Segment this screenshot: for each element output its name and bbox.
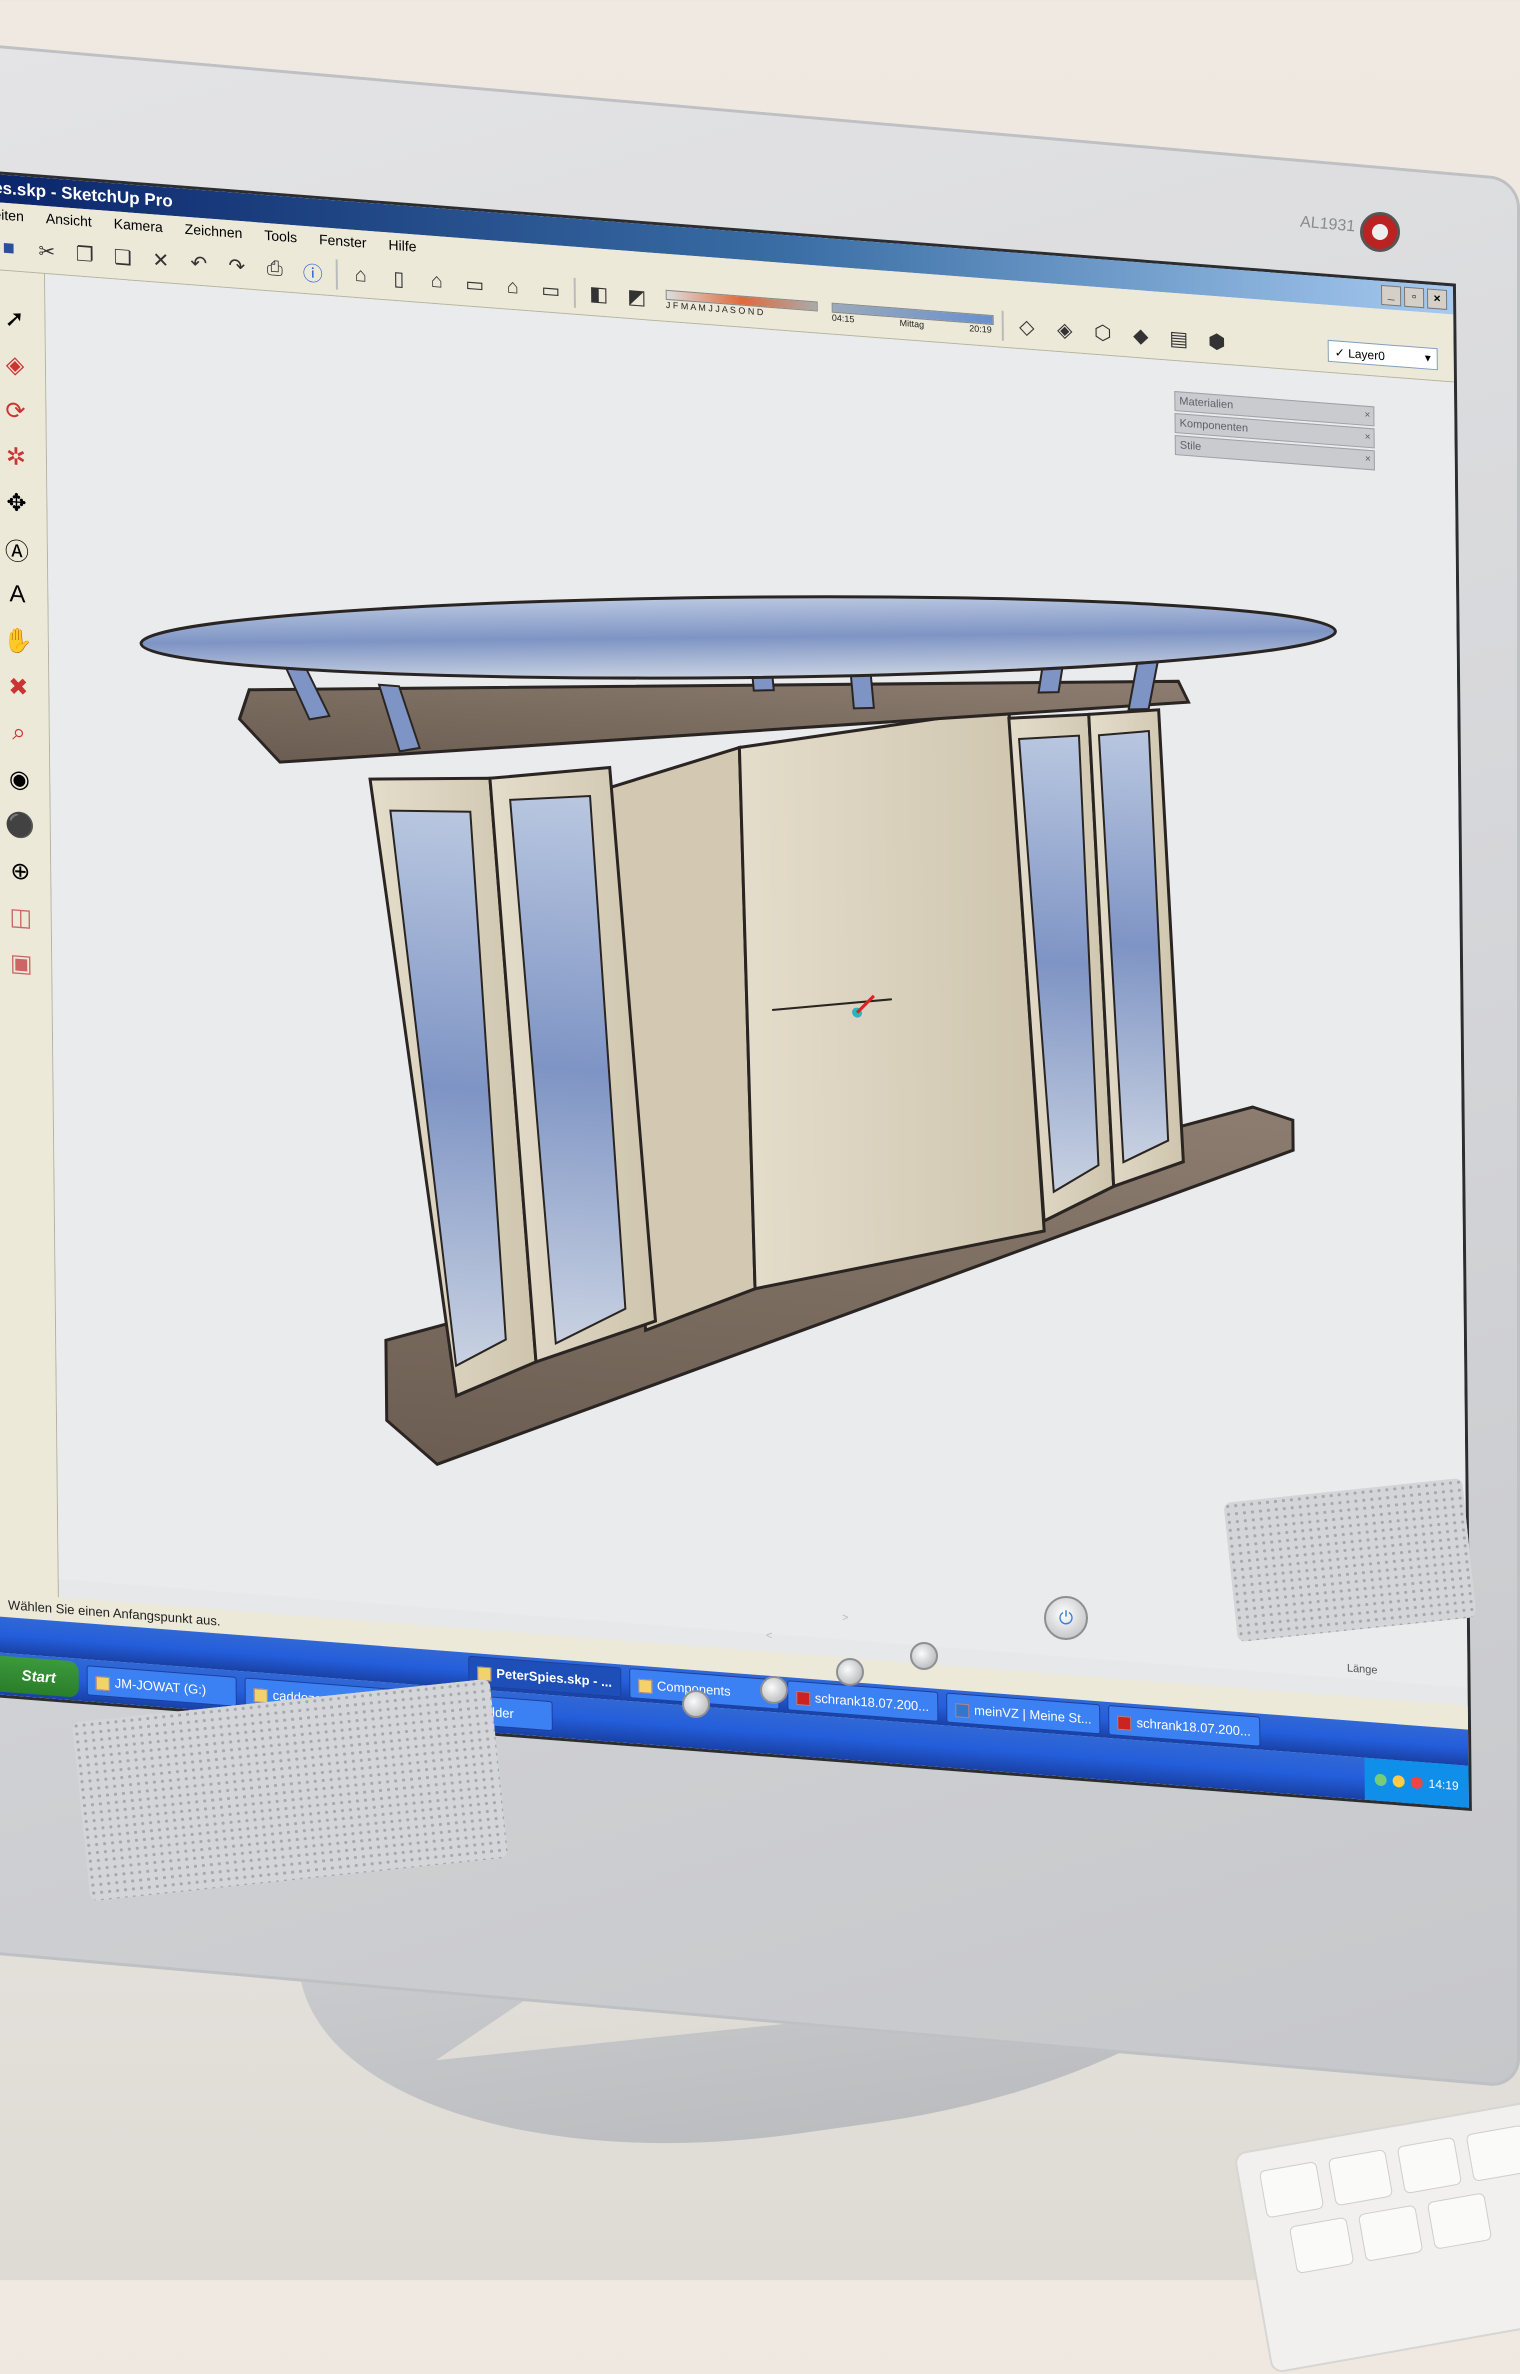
clock: 14:19: [1428, 1776, 1459, 1793]
keyboard-key: [1396, 2136, 1463, 2195]
select-tool-icon[interactable]: ➚: [0, 300, 32, 337]
toolbar-separator: [573, 277, 576, 308]
time-start-label: 04:15: [831, 312, 855, 324]
keyboard-key: [1426, 2192, 1493, 2250]
center-cabinet-front: [737, 706, 1046, 1291]
cut-icon[interactable]: ✂: [32, 235, 62, 267]
time-end-label: 20:19: [969, 322, 992, 335]
taskbar-item-label: caddozent auf "bt...: [272, 1687, 385, 1712]
taskbar-item[interactable]: Render_Bilder: [402, 1689, 553, 1732]
furniture-model: [139, 595, 1337, 1467]
taskbar-item-label: meinVZ | Meine St...: [974, 1702, 1092, 1727]
menu-item-tools[interactable]: Tools: [264, 223, 297, 250]
taskbar-item-label: schrank18.07.200...: [814, 1690, 930, 1715]
left-view-icon[interactable]: ▭: [536, 274, 566, 306]
front-view-icon[interactable]: ⌂: [422, 266, 452, 298]
pan-tool-icon[interactable]: ✋: [1, 623, 35, 660]
taskbar-item-label: JM-JOWAT (G:): [114, 1675, 207, 1698]
system-tray: 14:19: [1364, 1757, 1469, 1808]
taskbar-item-label: PeterSpies.skp - ...: [496, 1665, 612, 1690]
layer-value: Layer0: [1348, 345, 1385, 363]
back-view-icon[interactable]: ⌂: [498, 271, 528, 303]
keyboard-key: [1288, 2216, 1355, 2275]
glass-top: [139, 595, 1337, 680]
zoom-tool-icon[interactable]: ⌕: [2, 715, 36, 752]
time-mid-label: Mittag: [899, 317, 925, 330]
keyboard-key: [1357, 2204, 1424, 2262]
keyboard-key: [1258, 2161, 1325, 2219]
toolbar-separator: [1001, 310, 1004, 341]
layer-dropdown[interactable]: ✓ Layer0 ▼: [1327, 339, 1438, 370]
shadow-toggle-icon[interactable]: ◩: [622, 281, 652, 313]
textured-style-icon[interactable]: ▤: [1164, 323, 1194, 355]
redo-icon[interactable]: ↷: [222, 250, 252, 282]
walk-tool-icon[interactable]: ⚫: [3, 807, 37, 844]
keyboard-key: [1465, 2124, 1520, 2182]
layer-check-icon: ✓: [1334, 344, 1345, 360]
restore-button[interactable]: ▫: [1403, 286, 1425, 309]
tray-icon[interactable]: [1374, 1773, 1387, 1787]
position-camera-icon[interactable]: ⊕: [3, 853, 37, 890]
copy-icon[interactable]: ❐: [70, 238, 100, 270]
rotate-tool-icon[interactable]: ⟳: [0, 392, 33, 429]
monitor-screen: es.skp - SketchUp Pro _ ▫ × eiten Ansich…: [0, 170, 1472, 1811]
model-info-icon[interactable]: ⓘ: [298, 256, 328, 288]
shadow-settings-icon[interactable]: ◧: [584, 278, 614, 310]
right-view-icon[interactable]: ▭: [460, 268, 490, 300]
power-button-icon[interactable]: ⏻: [1044, 1596, 1088, 1640]
save-icon[interactable]: ■: [0, 233, 24, 265]
menu-item-edit[interactable]: eiten: [0, 202, 24, 228]
paint-bucket-icon[interactable]: ◈: [0, 346, 32, 383]
xray-style-icon[interactable]: ◇: [1012, 311, 1042, 343]
hidden-line-style-icon[interactable]: ⬡: [1088, 317, 1118, 349]
look-around-icon[interactable]: ◉: [2, 761, 36, 798]
shadow-date-slider[interactable]: J F M A M J J A S O N D: [665, 289, 818, 321]
vcb-label: Länge: [1346, 1662, 1378, 1677]
keyboard-key: [1327, 2148, 1394, 2207]
start-button[interactable]: Start: [0, 1655, 79, 1698]
monochrome-style-icon[interactable]: ⬢: [1202, 326, 1232, 358]
window-controls: _ ▫ ×: [1380, 284, 1448, 310]
3d-text-tool-icon[interactable]: A: [0, 577, 34, 614]
erase-icon[interactable]: ✕: [146, 244, 176, 276]
brand-badge-icon: [1360, 212, 1400, 252]
auto-button[interactable]: [910, 1642, 938, 1670]
iso-view-icon[interactable]: ⌂: [346, 260, 376, 292]
undo-icon[interactable]: ↶: [184, 247, 214, 279]
paste-icon[interactable]: ❏: [108, 241, 138, 273]
offset-tool-icon[interactable]: ✲: [0, 438, 33, 475]
menu-item-window[interactable]: Fenster: [319, 227, 367, 255]
chevron-down-icon: ▼: [1422, 352, 1433, 365]
taskbar-item-label: schrank18.07.200...: [1136, 1715, 1251, 1739]
shaded-style-icon[interactable]: ◆: [1126, 320, 1156, 352]
taskbar-item[interactable]: JM-JOWAT (G:): [86, 1665, 237, 1707]
shadow-time-slider[interactable]: 04:15 Mittag 20:19: [831, 302, 994, 335]
model-viewport[interactable]: Materialien × Komponenten × Stile × Läng…: [45, 274, 1468, 1688]
toolbar-separator: [335, 258, 338, 290]
menu-button[interactable]: [682, 1690, 710, 1718]
tray-icon[interactable]: [1392, 1774, 1405, 1788]
close-button[interactable]: ×: [1426, 288, 1448, 310]
section-display-icon[interactable]: ▣: [4, 945, 38, 982]
minimize-button[interactable]: _: [1380, 284, 1402, 307]
print-icon[interactable]: ⎙: [260, 253, 290, 285]
menu-item-view[interactable]: Ansicht: [46, 206, 92, 234]
text-tool-icon[interactable]: Ⓐ: [0, 531, 34, 568]
tray-icon[interactable]: [1410, 1776, 1423, 1790]
down-button[interactable]: [760, 1676, 788, 1704]
top-view-icon[interactable]: ▯: [384, 263, 414, 295]
section-plane-icon[interactable]: ◫: [4, 899, 38, 936]
menu-item-help[interactable]: Hilfe: [388, 232, 416, 258]
zoom-extents-icon[interactable]: ✖: [1, 669, 35, 706]
move-tool-icon[interactable]: ✥: [0, 485, 34, 522]
wireframe-style-icon[interactable]: ◈: [1050, 314, 1080, 346]
taskbar-item-label: Render_Bilder: [430, 1699, 514, 1722]
taskbar-item[interactable]: caddozent auf "bt...: [244, 1677, 395, 1720]
up-button[interactable]: [836, 1658, 864, 1686]
